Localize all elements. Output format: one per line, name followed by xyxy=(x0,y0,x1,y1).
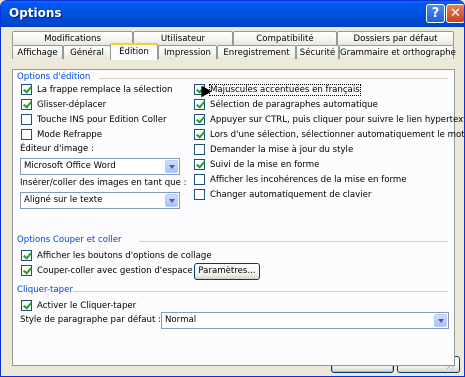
checkbox-box[interactable] xyxy=(21,114,32,125)
tab-compatibilite[interactable]: Compatibilité xyxy=(233,31,337,45)
chevron-down-icon[interactable] xyxy=(165,160,178,173)
checkbox-box[interactable] xyxy=(21,99,32,110)
tab-securite[interactable]: Sécurité xyxy=(296,45,339,59)
checkbox-box[interactable] xyxy=(21,129,32,140)
close-button[interactable]: ✕ xyxy=(446,4,464,23)
insert-images-value: Aligné sur le texte xyxy=(24,195,103,205)
checkbox-label: La frappe remplace la sélection xyxy=(37,84,173,95)
checkbox-box[interactable] xyxy=(194,174,205,185)
group-divider xyxy=(73,291,448,292)
checkbox-box[interactable] xyxy=(194,99,205,110)
group-title-clicktype: Cliquer-taper xyxy=(17,285,73,295)
insert-images-select[interactable]: Aligné sur le texte xyxy=(20,192,180,209)
checkbox-box[interactable] xyxy=(194,129,205,140)
checkbox-frappe-remplace[interactable]: La frappe remplace la sélection xyxy=(21,83,172,96)
parametres-button[interactable]: Paramètres... xyxy=(194,263,260,280)
window-title: Options xyxy=(9,6,62,20)
style-select[interactable]: Normal xyxy=(161,312,449,329)
chevron-down-icon[interactable] xyxy=(165,194,178,207)
checkbox-label: Touche INS pour Edition Coller xyxy=(37,114,167,125)
tab-general[interactable]: Général xyxy=(63,45,111,59)
checkbox-label: Suivi de la mise en forme xyxy=(210,159,320,170)
checkbox-box[interactable] xyxy=(21,84,32,95)
checkbox-selection-mot-entier[interactable]: Lors d'une sélection, sélectionner autom… xyxy=(194,128,465,141)
checkbox-label: Appuyer sur CTRL, puis cliquer pour suiv… xyxy=(210,114,465,125)
tab-edition[interactable]: Édition xyxy=(110,43,158,60)
checkbox-box[interactable] xyxy=(21,250,32,261)
checkbox-boutons-collage[interactable]: Afficher les boutons d'options de collag… xyxy=(21,249,212,262)
checkbox-majuscules-accentuees[interactable]: Majuscules accentuées en français xyxy=(194,83,361,96)
tab-panel-edition: Options d'édition La frappe remplace la … xyxy=(12,69,464,366)
dialog-body: Modifications Utilisateur Compatibilité … xyxy=(4,27,464,373)
tab-grammaire-orthographe[interactable]: Grammaire et orthographe xyxy=(339,45,456,59)
tab-dossiers-par-defaut[interactable]: Dossiers par défaut xyxy=(337,31,454,45)
checkbox-box[interactable] xyxy=(194,159,205,170)
checkbox-glisser-deplacer[interactable]: Glisser-déplacer xyxy=(21,98,106,111)
checkbox-incoherences[interactable]: Afficher les incohérences de la mise en … xyxy=(194,173,407,186)
group-divider xyxy=(139,241,448,242)
image-editor-value: Microsoft Office Word xyxy=(24,161,116,171)
checkbox-mode-refrappe[interactable]: Mode Refrappe xyxy=(21,128,102,141)
options-dialog: Options ? ✕ Modifications Utilisateur Co… xyxy=(0,0,465,377)
checkbox-box[interactable] xyxy=(194,114,205,125)
tab-enregistrement[interactable]: Enregistrement xyxy=(217,45,296,59)
checkbox-selection-paragraphes[interactable]: Sélection de paragraphes automatique xyxy=(194,98,378,111)
checkbox-label: Changer automatiquement de clavier xyxy=(210,189,372,200)
checkbox-label: Activer le Cliquer-taper xyxy=(37,300,137,311)
checkbox-box[interactable] xyxy=(194,189,205,200)
checkbox-activer-cliquer-taper[interactable]: Activer le Cliquer-taper xyxy=(21,299,136,312)
checkbox-gestion-espace[interactable]: Couper-coller avec gestion d'espace xyxy=(21,264,193,277)
tab-impression[interactable]: Impression xyxy=(158,45,217,59)
checkbox-label: Majuscules accentuées en français xyxy=(209,83,361,96)
group-divider xyxy=(99,78,448,79)
checkbox-changer-clavier[interactable]: Changer automatiquement de clavier xyxy=(194,188,371,201)
image-editor-select[interactable]: Microsoft Office Word xyxy=(20,158,180,175)
checkbox-box[interactable] xyxy=(194,144,205,155)
style-value: Normal xyxy=(165,315,197,325)
checkbox-label: Mode Refrappe xyxy=(37,129,103,140)
style-label: Style de paragraphe par défaut : xyxy=(20,315,161,325)
checkbox-label: Afficher les boutons d'options de collag… xyxy=(37,250,212,261)
checkbox-label: Couper-coller avec gestion d'espace xyxy=(37,265,193,276)
checkbox-label: Demander la mise à jour du style xyxy=(210,144,354,155)
checkbox-label: Afficher les incohérences de la mise en … xyxy=(210,174,407,185)
chevron-down-icon[interactable] xyxy=(434,314,447,327)
checkbox-box[interactable] xyxy=(21,265,32,276)
checkbox-label: Lors d'une sélection, sélectionner autom… xyxy=(210,129,465,140)
tab-affichage[interactable]: Affichage xyxy=(12,45,63,59)
checkbox-label: Glisser-déplacer xyxy=(37,99,107,110)
group-title-cutpaste: Options Couper et coller xyxy=(17,235,122,245)
help-button[interactable]: ? xyxy=(426,4,445,23)
checkbox-box[interactable] xyxy=(21,300,32,311)
image-editor-label: Éditeur d'image : xyxy=(20,144,94,154)
checkbox-label: Sélection de paragraphes automatique xyxy=(210,99,378,110)
insert-images-label: Insérer/coller des images en tant que : xyxy=(20,178,187,188)
checkbox-touche-ins[interactable]: Touche INS pour Edition Coller xyxy=(21,113,167,126)
title-bar[interactable]: Options ? ✕ xyxy=(1,1,464,27)
checkbox-mise-a-jour-style[interactable]: Demander la mise à jour du style xyxy=(194,143,353,156)
group-title-editing: Options d'édition xyxy=(17,72,91,82)
checkbox-suivi-mise-en-forme[interactable]: Suivi de la mise en forme xyxy=(194,158,319,171)
checkbox-ctrl-clic-lien[interactable]: Appuyer sur CTRL, puis cliquer pour suiv… xyxy=(194,113,465,126)
